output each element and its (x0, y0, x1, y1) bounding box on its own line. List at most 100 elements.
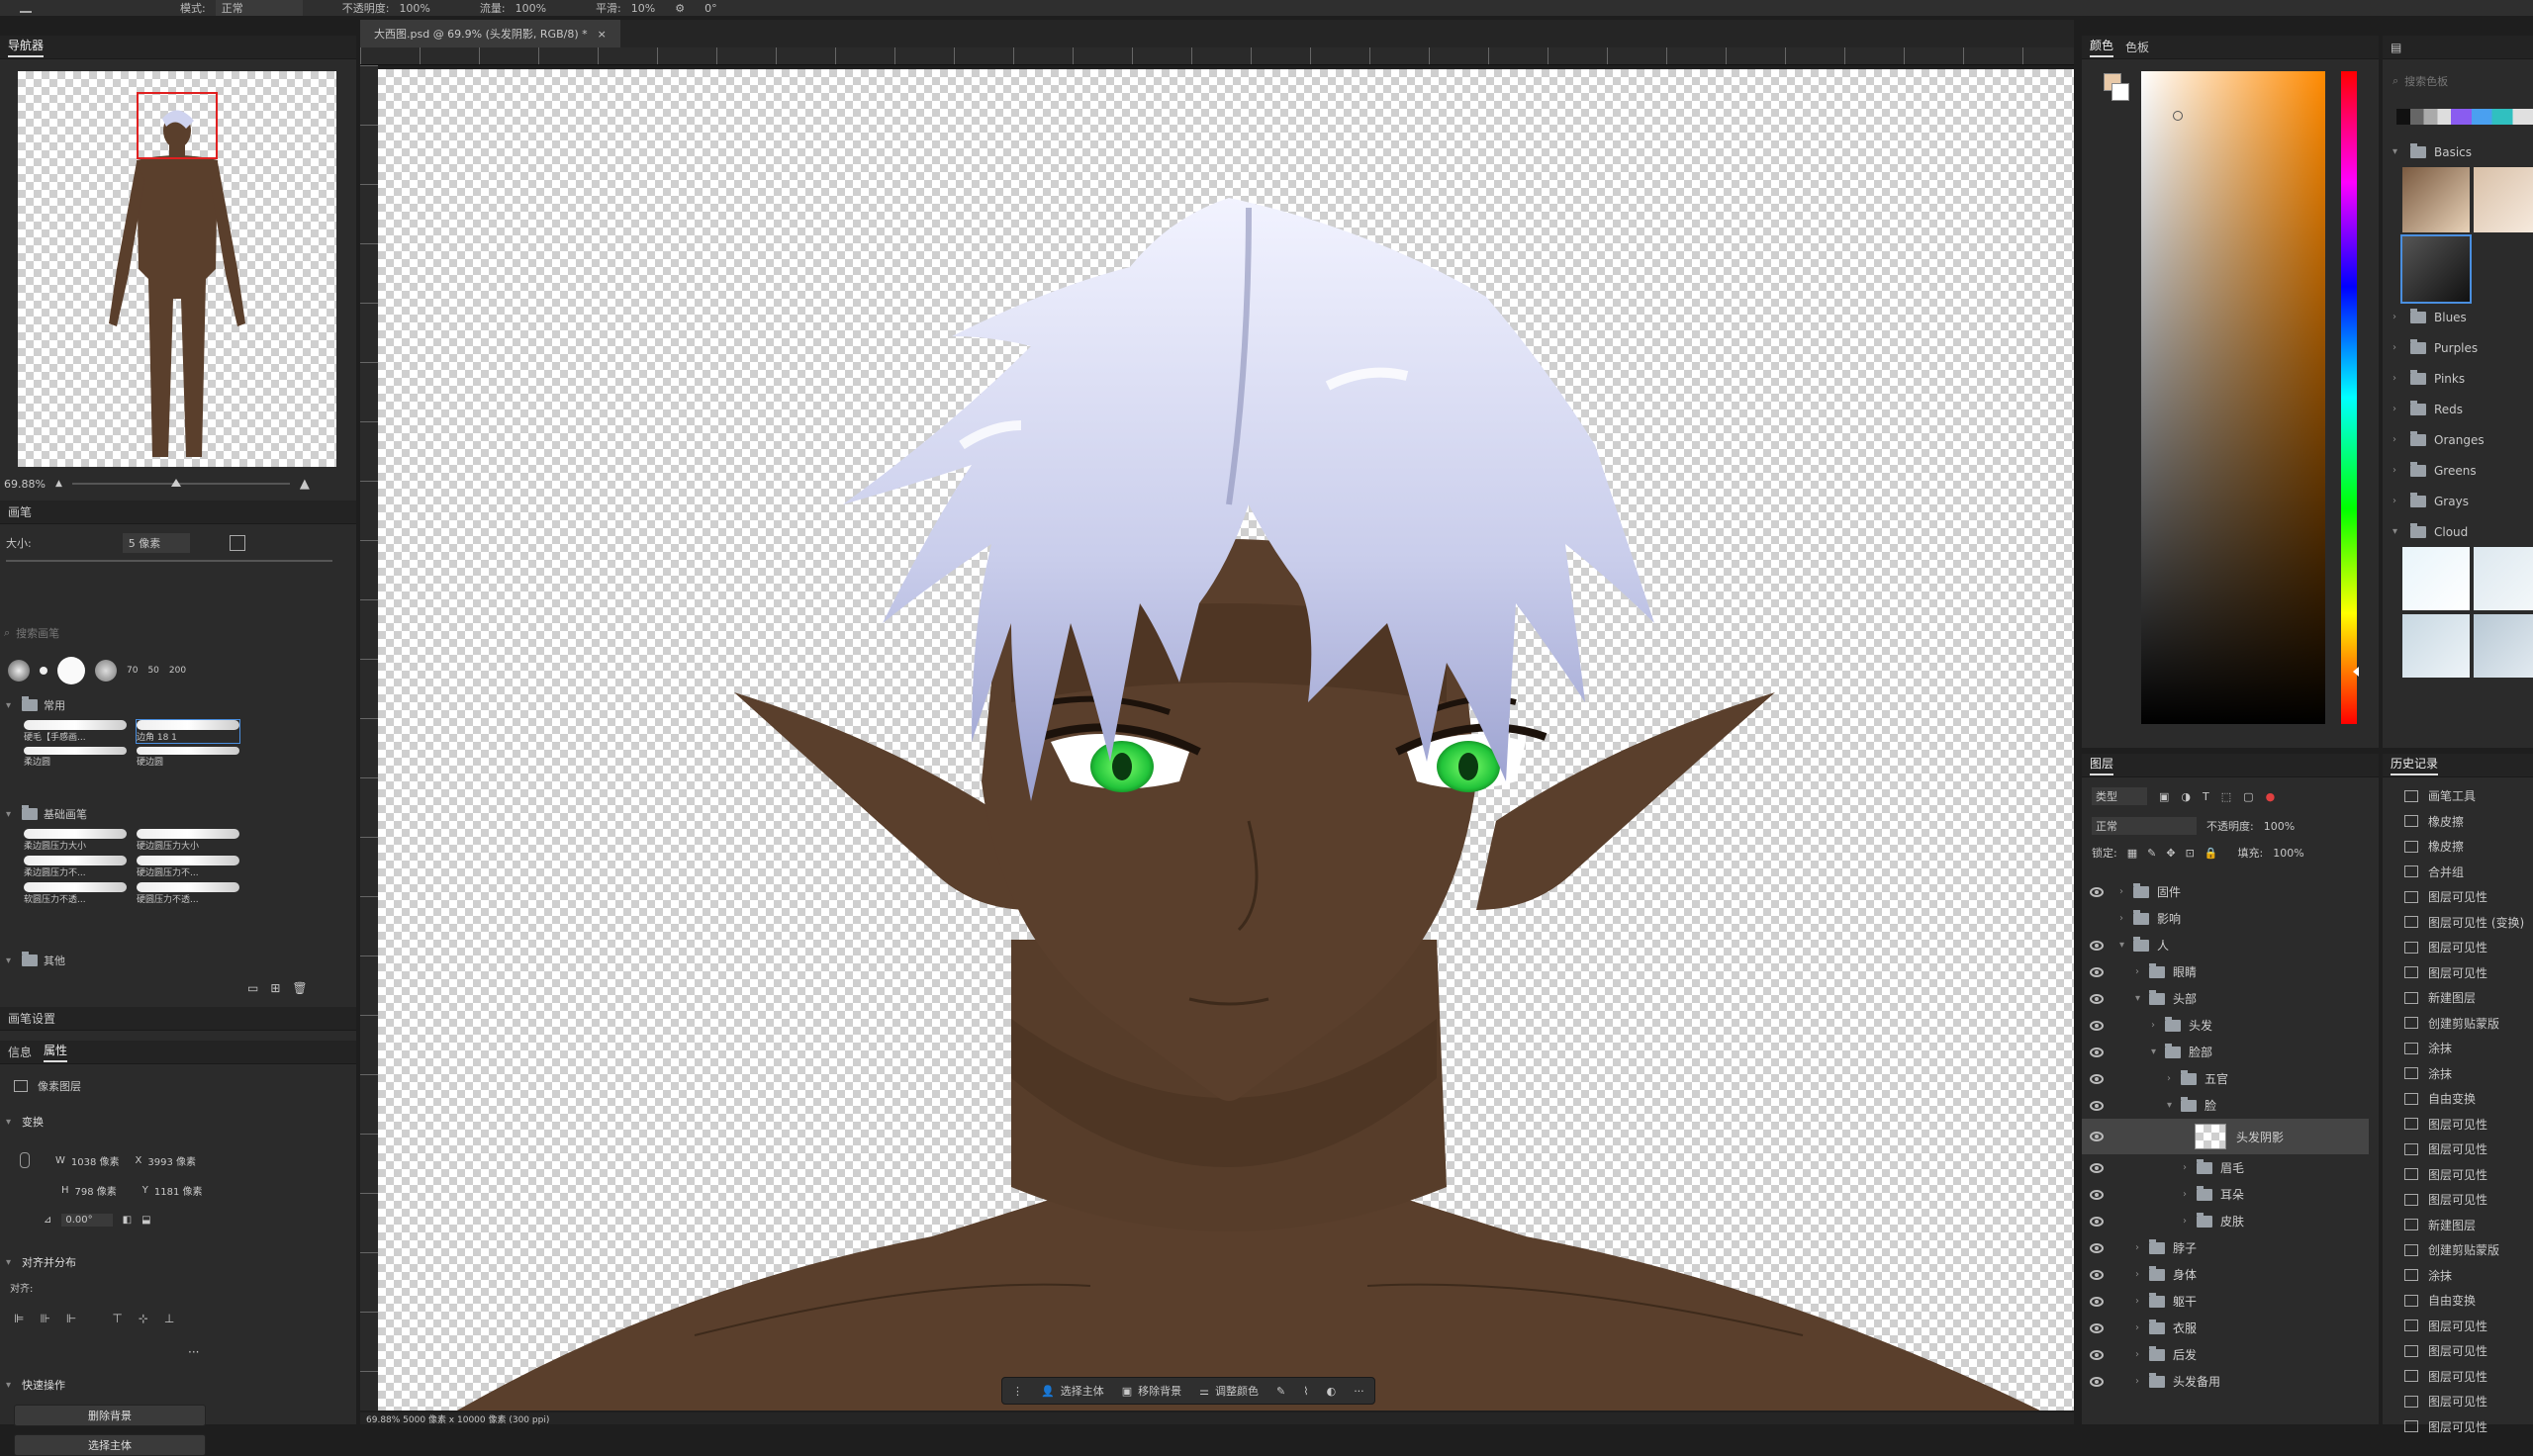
tab-history[interactable]: 历史记录 (2391, 755, 2439, 775)
swatch-group-pinks[interactable]: › Pinks (2383, 363, 2533, 394)
chevron-right-icon[interactable]: › (2183, 1189, 2193, 1200)
mode-select[interactable]: 正常 (215, 0, 303, 16)
align-right-icon[interactable]: ⊩ (66, 1312, 76, 1325)
tab-properties[interactable]: 属性 (44, 1042, 68, 1062)
brush-settings-tab[interactable]: 画笔设置 (8, 1010, 55, 1027)
swatch[interactable] (2402, 547, 2470, 610)
visibility-eye-icon[interactable] (2082, 1189, 2111, 1200)
layer-row-selected[interactable]: 头发阴影 (2082, 1119, 2369, 1154)
swatch[interactable] (2474, 167, 2533, 232)
tab-swatches[interactable]: 色板 (2125, 39, 2149, 55)
opacity-field[interactable]: 100% (2264, 820, 2295, 833)
y-field[interactable]: 1181 像素 (154, 1183, 203, 1198)
swatch-group-greens[interactable]: › Greens (2383, 455, 2533, 486)
history-item[interactable]: 合并组 (2383, 860, 2533, 885)
chevron-right-icon[interactable]: › (2119, 886, 2129, 897)
align-header[interactable]: ▾ 对齐并分布 (6, 1254, 76, 1270)
visibility-eye-icon[interactable] (2082, 1269, 2111, 1280)
navigator-tab[interactable]: 导航器 (8, 37, 45, 57)
tab-layers[interactable]: 图层 (2090, 755, 2114, 775)
preset-small-brush-icon[interactable] (40, 667, 47, 675)
history-item[interactable]: 创建剪贴蒙版 (2383, 1011, 2533, 1037)
w-field[interactable]: 1038 像素 (71, 1153, 120, 1168)
history-item[interactable]: 图层可见性 (2383, 1364, 2533, 1390)
align-middle-icon[interactable]: ⊹ (139, 1312, 148, 1325)
navigator-zoom[interactable]: 69.88% (4, 478, 46, 491)
recent-swatches[interactable] (2396, 109, 2533, 125)
circle-task-icon[interactable]: ◐ (1327, 1385, 1337, 1398)
visibility-eye-icon[interactable] (2082, 1322, 2111, 1333)
lasso-task-icon[interactable]: ⌇ (1303, 1385, 1308, 1398)
opacity-value[interactable]: 100% (399, 2, 429, 15)
brush-search-input[interactable]: 搜索画笔 (16, 625, 59, 641)
swatch[interactable] (2400, 234, 2472, 304)
angle-value[interactable]: 0° (704, 2, 717, 15)
preset-hard-brush-icon[interactable] (57, 657, 85, 684)
swatch[interactable] (2402, 614, 2470, 678)
brush-item[interactable]: 硬毛【手感画... (24, 720, 127, 743)
layer-row[interactable]: ▾ 人 (2082, 932, 2369, 958)
document-tab[interactable]: 大西图.psd @ 69.9% (头发阴影, RGB/8) * × (360, 20, 620, 47)
history-item[interactable]: 自由变换 (2383, 1288, 2533, 1314)
align-bottom-icon[interactable]: ⊥ (164, 1312, 174, 1325)
visibility-eye-icon[interactable] (2082, 1162, 2111, 1173)
fill-field[interactable]: 100% (2273, 847, 2303, 860)
lock-pixels-icon[interactable]: ▦ (2127, 847, 2137, 860)
chevron-right-icon[interactable]: › (2119, 913, 2129, 924)
tab-info[interactable]: 信息 (8, 1044, 32, 1060)
visibility-eye-icon[interactable] (2082, 1349, 2111, 1360)
brush-group-pressure[interactable]: ▾ 基础画笔 (6, 805, 87, 823)
swatch-group-basics[interactable]: ▾ Basics (2383, 136, 2533, 167)
chevron-right-icon[interactable]: › (2135, 1242, 2145, 1253)
swatches-search-input[interactable]: 搜索色板 (2404, 73, 2448, 89)
visibility-eye-icon[interactable] (2082, 1020, 2111, 1031)
visibility-eye-icon[interactable] (2082, 1376, 2111, 1387)
history-item[interactable]: 图层可见性 (2383, 1187, 2533, 1213)
remove-background-button[interactable]: 删除背景 (14, 1405, 206, 1426)
navigator-preview[interactable] (18, 71, 336, 467)
layer-row[interactable]: › 耳朵 (2082, 1181, 2369, 1208)
preset-round-brush-icon[interactable] (95, 660, 117, 682)
chevron-right-icon[interactable]: › (2183, 1162, 2193, 1173)
filter-adjust-icon[interactable]: ◑ (2181, 790, 2191, 803)
layer-row[interactable]: › 脖子 (2082, 1234, 2369, 1261)
visibility-eye-icon[interactable] (2082, 1100, 2111, 1111)
zoom-out-icon[interactable]: ▲ (55, 479, 62, 489)
filter-type-icon[interactable]: T (2203, 790, 2209, 803)
color-picker-marker[interactable] (2173, 111, 2183, 121)
align-center-icon[interactable]: ⊪ (40, 1312, 49, 1325)
filter-toggle-icon[interactable]: ● (2266, 790, 2276, 803)
history-item[interactable]: 自由变换 (2383, 1086, 2533, 1112)
new-group-icon[interactable]: ▭ (247, 981, 258, 995)
history-item[interactable]: 涂抹 (2383, 1263, 2533, 1289)
chevron-right-icon[interactable]: › (2135, 1322, 2145, 1333)
brush-item-selected[interactable]: 边角 18 1 (136, 719, 240, 744)
filter-smart-icon[interactable]: ▢ (2243, 790, 2253, 803)
align-left-icon[interactable]: ⊫ (14, 1312, 24, 1325)
visibility-eye-icon[interactable] (2082, 886, 2111, 897)
brush-search[interactable]: ⌕ 搜索画笔 (4, 623, 232, 643)
chevron-right-icon[interactable]: › (2151, 1020, 2161, 1031)
layer-row[interactable]: › 身体 (2082, 1261, 2369, 1288)
filter-pixel-icon[interactable]: ▣ (2159, 790, 2169, 803)
chevron-right-icon[interactable]: › (2135, 1376, 2145, 1387)
brush-size-value[interactable]: 5 像素 (122, 533, 191, 553)
brush-item[interactable]: 柔边圆压力不... (24, 856, 127, 878)
visibility-eye-icon[interactable] (2082, 1073, 2111, 1084)
swatch-group-grays[interactable]: › Grays (2383, 486, 2533, 516)
visibility-eye-icon[interactable] (2082, 1132, 2111, 1141)
history-item[interactable]: 图层可见性 (2383, 1338, 2533, 1364)
hue-slider[interactable] (2341, 71, 2359, 724)
more-task-icon[interactable]: ··· (1354, 1385, 1364, 1398)
layer-row[interactable]: › 眉毛 (2082, 1154, 2369, 1181)
adjust-color-task-button[interactable]: ⚌ 调整颜色 (1199, 1383, 1259, 1399)
swatch[interactable] (2474, 614, 2533, 678)
history-item[interactable]: 新建图层 (2383, 1213, 2533, 1238)
brush-group-other[interactable]: ▾ 其他 (6, 952, 65, 969)
history-item[interactable]: 图层可见性 (2383, 1414, 2533, 1440)
smooth-value[interactable]: 10% (631, 2, 655, 15)
layer-row[interactable]: › 皮肤 (2082, 1208, 2369, 1234)
flow-value[interactable]: 100% (516, 2, 546, 15)
quick-actions-header[interactable]: ▾ 快速操作 (6, 1377, 65, 1393)
flip-horizontal-icon[interactable]: ◧ (123, 1215, 132, 1226)
